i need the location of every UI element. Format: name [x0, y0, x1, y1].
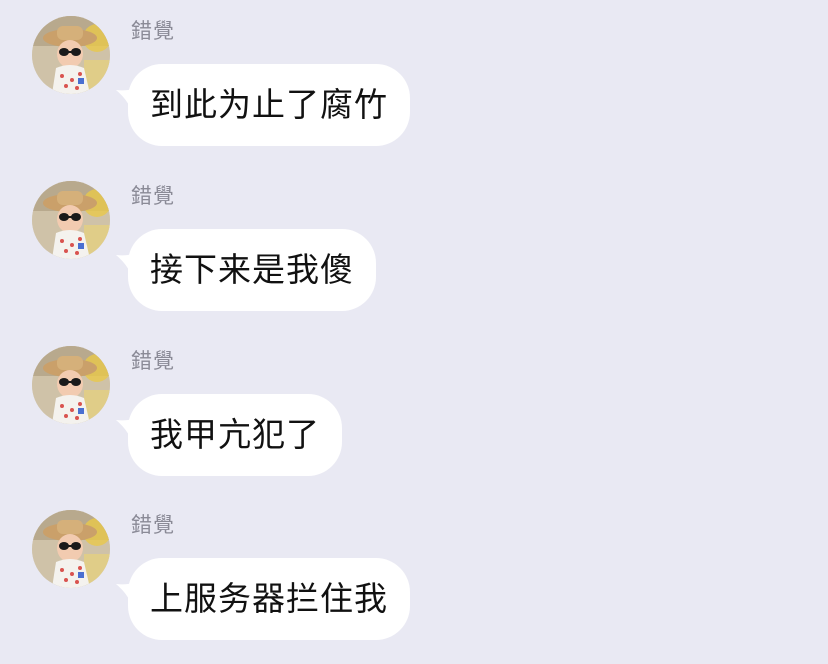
avatar-photo-icon [32, 510, 110, 588]
user-avatar[interactable] [32, 510, 110, 588]
sender-name: 錯覺 [131, 513, 175, 537]
message-bubble[interactable]: 上服务器拦住我 [128, 558, 410, 640]
user-avatar[interactable] [32, 181, 110, 259]
avatar-photo-icon [32, 346, 110, 424]
sender-name: 錯覺 [131, 184, 175, 208]
message-row: 錯覺 接下来是我傻 [0, 165, 828, 315]
chat-thread: 錯覺 到此为止了腐竹 錯覺 接下来是我傻 錯覺 我甲亢犯了 錯覺 上服务器拦住我 [0, 0, 828, 664]
message-row: 錯覺 上服务器拦住我 [0, 494, 828, 644]
avatar-photo-icon [32, 181, 110, 259]
message-row: 錯覺 到此为止了腐竹 [0, 0, 828, 150]
message-bubble[interactable]: 接下来是我傻 [128, 229, 376, 311]
user-avatar[interactable] [32, 16, 110, 94]
message-row: 錯覺 我甲亢犯了 [0, 330, 828, 480]
sender-name: 錯覺 [131, 19, 175, 43]
user-avatar[interactable] [32, 346, 110, 424]
message-bubble[interactable]: 到此为止了腐竹 [128, 64, 410, 146]
message-bubble[interactable]: 我甲亢犯了 [128, 394, 342, 476]
sender-name: 錯覺 [131, 349, 175, 373]
avatar-photo-icon [32, 16, 110, 94]
